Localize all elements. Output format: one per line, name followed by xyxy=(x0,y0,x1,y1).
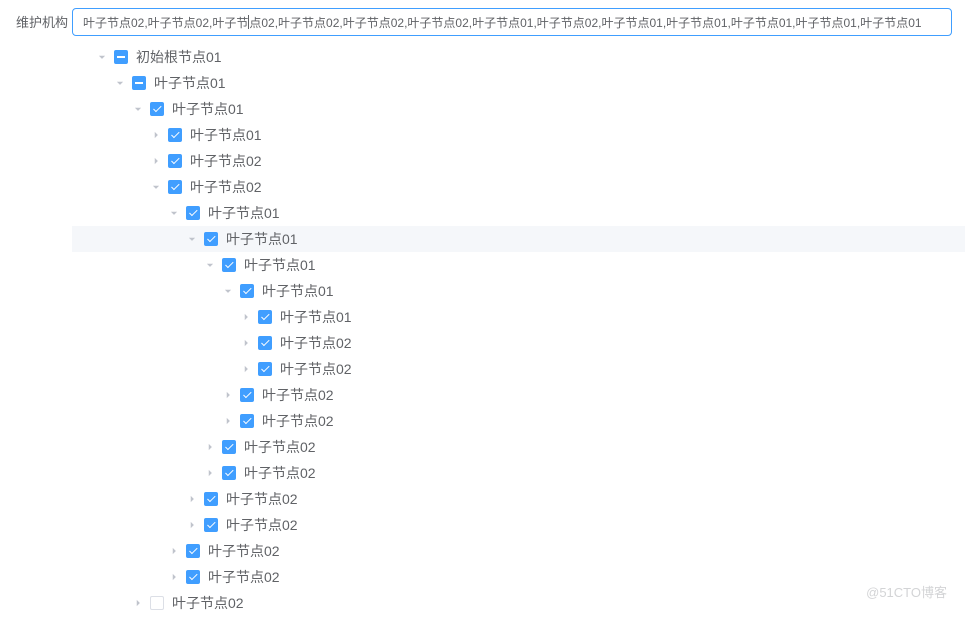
checkbox[interactable] xyxy=(186,570,200,584)
checkbox[interactable] xyxy=(240,414,254,428)
checkbox[interactable] xyxy=(222,440,236,454)
caret-right-icon[interactable] xyxy=(234,331,258,355)
tree-container: 初始根节点01 叶子节点01 叶子节点01 叶子节点01 叶子节点02 叶子节点02 叶子节… xyxy=(72,44,965,616)
tree-node-label: 叶子节点02 xyxy=(280,359,352,379)
tree-node[interactable]: 叶子节点02 xyxy=(72,460,965,486)
checkbox[interactable] xyxy=(258,310,272,324)
caret-right-icon[interactable] xyxy=(216,409,240,433)
tree-node-label: 叶子节点02 xyxy=(262,411,334,431)
caret-right-icon[interactable] xyxy=(162,539,186,563)
caret-down-icon[interactable] xyxy=(144,175,168,199)
tree-node-label: 叶子节点01 xyxy=(208,203,280,223)
tree-select-input[interactable]: 叶子节点02,叶子节点02,叶子节点02,叶子节点02,叶子节点02,叶子节点0… xyxy=(72,8,952,36)
tree-node-label: 叶子节点02 xyxy=(280,333,352,353)
tree-node[interactable]: 叶子节点02 xyxy=(72,330,965,356)
tree-node-label: 叶子节点01 xyxy=(244,255,316,275)
caret-right-icon[interactable] xyxy=(198,461,222,485)
tree-node-label: 叶子节点02 xyxy=(244,437,316,457)
checkbox[interactable] xyxy=(204,518,218,532)
tree-node[interactable]: 叶子节点01 xyxy=(72,122,965,148)
checkbox[interactable] xyxy=(222,258,236,272)
checkbox[interactable] xyxy=(204,492,218,506)
tree-node[interactable]: 叶子节点02 xyxy=(72,564,965,590)
input-value-text: 叶子节点02,叶子节点02,叶子节点02,叶子节点02,叶子节点02,叶子节点0… xyxy=(83,14,922,31)
tree-node[interactable]: 叶子节点02 xyxy=(72,538,965,564)
tree-node-label: 叶子节点02 xyxy=(226,489,298,509)
caret-right-icon[interactable] xyxy=(180,487,204,511)
tree-node[interactable]: 叶子节点02 xyxy=(72,356,965,382)
checkbox[interactable] xyxy=(168,180,182,194)
tree-node[interactable]: 叶子节点02 xyxy=(72,486,965,512)
caret-down-icon[interactable] xyxy=(108,71,132,95)
checkbox[interactable] xyxy=(222,466,236,480)
tree-node-label: 叶子节点01 xyxy=(226,229,298,249)
caret-right-icon[interactable] xyxy=(216,383,240,407)
tree-node-label: 叶子节点01 xyxy=(190,125,262,145)
tree-node[interactable]: 叶子节点02 xyxy=(72,512,965,538)
caret-right-icon[interactable] xyxy=(234,305,258,329)
tree-node[interactable]: 初始根节点01 xyxy=(72,44,965,70)
tree-node[interactable]: 叶子节点02 xyxy=(72,148,965,174)
caret-right-icon[interactable] xyxy=(162,565,186,589)
caret-right-icon[interactable] xyxy=(144,123,168,147)
checkbox[interactable] xyxy=(240,388,254,402)
field-label: 维护机构 xyxy=(0,8,68,616)
tree-node-label: 叶子节点02 xyxy=(190,177,262,197)
tree-node-label: 叶子节点02 xyxy=(172,593,244,613)
caret-down-icon[interactable] xyxy=(162,201,186,225)
caret-down-icon[interactable] xyxy=(90,45,114,69)
tree-node-label: 叶子节点01 xyxy=(280,307,352,327)
checkbox[interactable] xyxy=(150,596,164,610)
text-cursor xyxy=(248,15,249,29)
tree-node-label: 初始根节点01 xyxy=(136,47,222,67)
tree-node[interactable]: 叶子节点01 xyxy=(72,278,965,304)
checkbox[interactable] xyxy=(240,284,254,298)
caret-right-icon[interactable] xyxy=(180,513,204,537)
checkbox[interactable] xyxy=(168,154,182,168)
tree-node[interactable]: 叶子节点01 xyxy=(72,200,965,226)
checkbox[interactable] xyxy=(168,128,182,142)
checkbox[interactable] xyxy=(258,362,272,376)
caret-down-icon[interactable] xyxy=(198,253,222,277)
caret-down-icon[interactable] xyxy=(180,227,204,251)
tree-node-label: 叶子节点01 xyxy=(154,73,226,93)
tree-node[interactable]: 叶子节点02 xyxy=(72,590,965,616)
checkbox[interactable] xyxy=(132,76,146,90)
tree-node-label: 叶子节点02 xyxy=(262,385,334,405)
tree-node[interactable]: 叶子节点01 xyxy=(72,226,965,252)
caret-right-icon[interactable] xyxy=(126,591,150,615)
caret-down-icon[interactable] xyxy=(216,279,240,303)
tree-node[interactable]: 叶子节点01 xyxy=(72,70,965,96)
checkbox[interactable] xyxy=(186,544,200,558)
tree-node[interactable]: 叶子节点01 xyxy=(72,304,965,330)
tree-node-label: 叶子节点02 xyxy=(226,515,298,535)
tree-node[interactable]: 叶子节点02 xyxy=(72,408,965,434)
caret-right-icon[interactable] xyxy=(144,149,168,173)
caret-right-icon[interactable] xyxy=(198,435,222,459)
tree-node[interactable]: 叶子节点01 xyxy=(72,96,965,122)
tree-node-label: 叶子节点02 xyxy=(244,463,316,483)
tree-node-label: 叶子节点02 xyxy=(190,151,262,171)
caret-down-icon[interactable] xyxy=(126,97,150,121)
checkbox[interactable] xyxy=(114,50,128,64)
tree-node-label: 叶子节点01 xyxy=(262,281,334,301)
checkbox[interactable] xyxy=(258,336,272,350)
tree-node[interactable]: 叶子节点02 xyxy=(72,434,965,460)
checkbox[interactable] xyxy=(204,232,218,246)
tree-node-label: 叶子节点02 xyxy=(208,567,280,587)
tree-node[interactable]: 叶子节点02 xyxy=(72,174,965,200)
checkbox[interactable] xyxy=(186,206,200,220)
caret-right-icon[interactable] xyxy=(234,357,258,381)
tree-node[interactable]: 叶子节点02 xyxy=(72,382,965,408)
tree-node-label: 叶子节点02 xyxy=(208,541,280,561)
tree-node[interactable]: 叶子节点01 xyxy=(72,252,965,278)
checkbox[interactable] xyxy=(150,102,164,116)
tree-node-label: 叶子节点01 xyxy=(172,99,244,119)
